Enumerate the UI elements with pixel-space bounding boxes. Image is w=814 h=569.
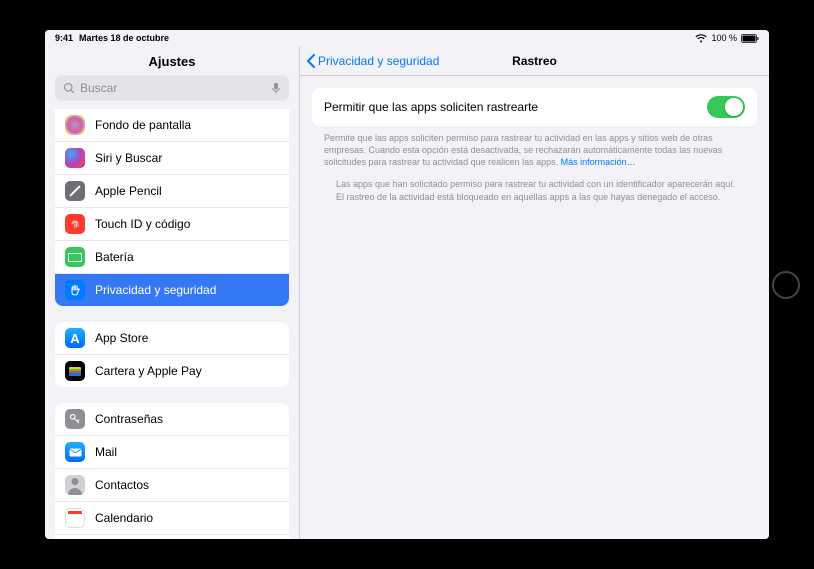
- status-bar: 9:41 Martes 18 de octubre 100 %: [45, 30, 769, 46]
- sidebar: Ajustes Fondo de pantalla: [45, 46, 300, 539]
- fingerprint-icon: [65, 214, 85, 234]
- sidebar-item-label: Batería: [95, 250, 134, 264]
- main-panel: Privacidad y seguridad Rastreo Permitir …: [300, 46, 769, 539]
- sidebar-item-label: Mail: [95, 445, 117, 459]
- sidebar-item-contacts[interactable]: Contactos: [55, 469, 289, 502]
- back-button[interactable]: Privacidad y seguridad: [300, 54, 439, 68]
- sidebar-item-label: Touch ID y código: [95, 217, 190, 231]
- more-info-link[interactable]: Más información…: [561, 157, 636, 167]
- contacts-icon: [65, 475, 85, 495]
- tracking-label: Permitir que las apps soliciten rastrear…: [324, 100, 538, 114]
- status-battery: 100 %: [711, 33, 737, 43]
- siri-icon: [65, 148, 85, 168]
- search-icon: [63, 82, 75, 94]
- sidebar-item-label: Apple Pencil: [95, 184, 162, 198]
- key-icon: [65, 409, 85, 429]
- sidebar-item-passwords[interactable]: Contraseñas: [55, 403, 289, 436]
- status-date: Martes 18 de octubre: [79, 33, 169, 43]
- sidebar-item-wallpaper[interactable]: Fondo de pantalla: [55, 109, 289, 142]
- sidebar-list[interactable]: Fondo de pantalla Siri y Buscar Apple Pe…: [45, 109, 299, 539]
- pencil-icon: [65, 181, 85, 201]
- hand-icon: [65, 280, 85, 300]
- tracking-toggle[interactable]: [707, 96, 745, 118]
- wallpaper-icon: [65, 115, 85, 135]
- sidebar-item-notes[interactable]: Notas: [55, 535, 289, 539]
- sidebar-item-siri[interactable]: Siri y Buscar: [55, 142, 289, 175]
- sidebar-item-pencil[interactable]: Apple Pencil: [55, 175, 289, 208]
- sidebar-item-label: Privacidad y seguridad: [95, 283, 216, 297]
- main-body: Permitir que las apps soliciten rastrear…: [300, 76, 769, 539]
- sidebar-item-label: Fondo de pantalla: [95, 118, 191, 132]
- sidebar-item-wallet[interactable]: Cartera y Apple Pay: [55, 355, 289, 387]
- status-right: 100 %: [695, 33, 759, 43]
- ipad-device: 9:41 Martes 18 de octubre 100 % Ajustes: [0, 0, 814, 569]
- sidebar-item-label: Siri y Buscar: [95, 151, 162, 165]
- sidebar-item-touchid[interactable]: Touch ID y código: [55, 208, 289, 241]
- sidebar-item-label: Calendario: [95, 511, 153, 525]
- back-label: Privacidad y seguridad: [318, 54, 439, 68]
- nav-bar: Privacidad y seguridad Rastreo: [300, 46, 769, 76]
- search-field[interactable]: [55, 75, 289, 101]
- sidebar-item-appstore[interactable]: App Store: [55, 322, 289, 355]
- sidebar-item-privacy[interactable]: Privacidad y seguridad: [55, 274, 289, 306]
- sidebar-item-label: Contactos: [95, 478, 149, 492]
- mail-icon: [65, 442, 85, 462]
- footer-description-2: Las apps que han solicitado permiso para…: [312, 168, 757, 202]
- sidebar-item-label: Contraseñas: [95, 412, 163, 426]
- sidebar-title: Ajustes: [45, 46, 299, 75]
- chevron-left-icon: [306, 54, 316, 68]
- sidebar-item-mail[interactable]: Mail: [55, 436, 289, 469]
- tracking-cell: Permitir que las apps soliciten rastrear…: [312, 88, 757, 126]
- appstore-icon: [65, 328, 85, 348]
- sidebar-item-calendar[interactable]: Calendario: [55, 502, 289, 535]
- battery-icon: [65, 247, 85, 267]
- microphone-icon[interactable]: [271, 82, 281, 95]
- screen: 9:41 Martes 18 de octubre 100 % Ajustes: [45, 30, 769, 539]
- home-button[interactable]: [772, 271, 800, 299]
- sidebar-item-battery[interactable]: Batería: [55, 241, 289, 274]
- search-input[interactable]: [80, 81, 266, 95]
- calendar-icon: [65, 508, 85, 528]
- wallet-icon: [65, 361, 85, 381]
- sidebar-item-label: App Store: [95, 331, 148, 345]
- footer-description-1: Permite que las apps soliciten permiso p…: [312, 126, 757, 168]
- sidebar-item-label: Cartera y Apple Pay: [95, 364, 202, 378]
- wifi-icon: [695, 34, 707, 43]
- status-time: 9:41: [55, 33, 73, 43]
- battery-icon: [741, 34, 759, 43]
